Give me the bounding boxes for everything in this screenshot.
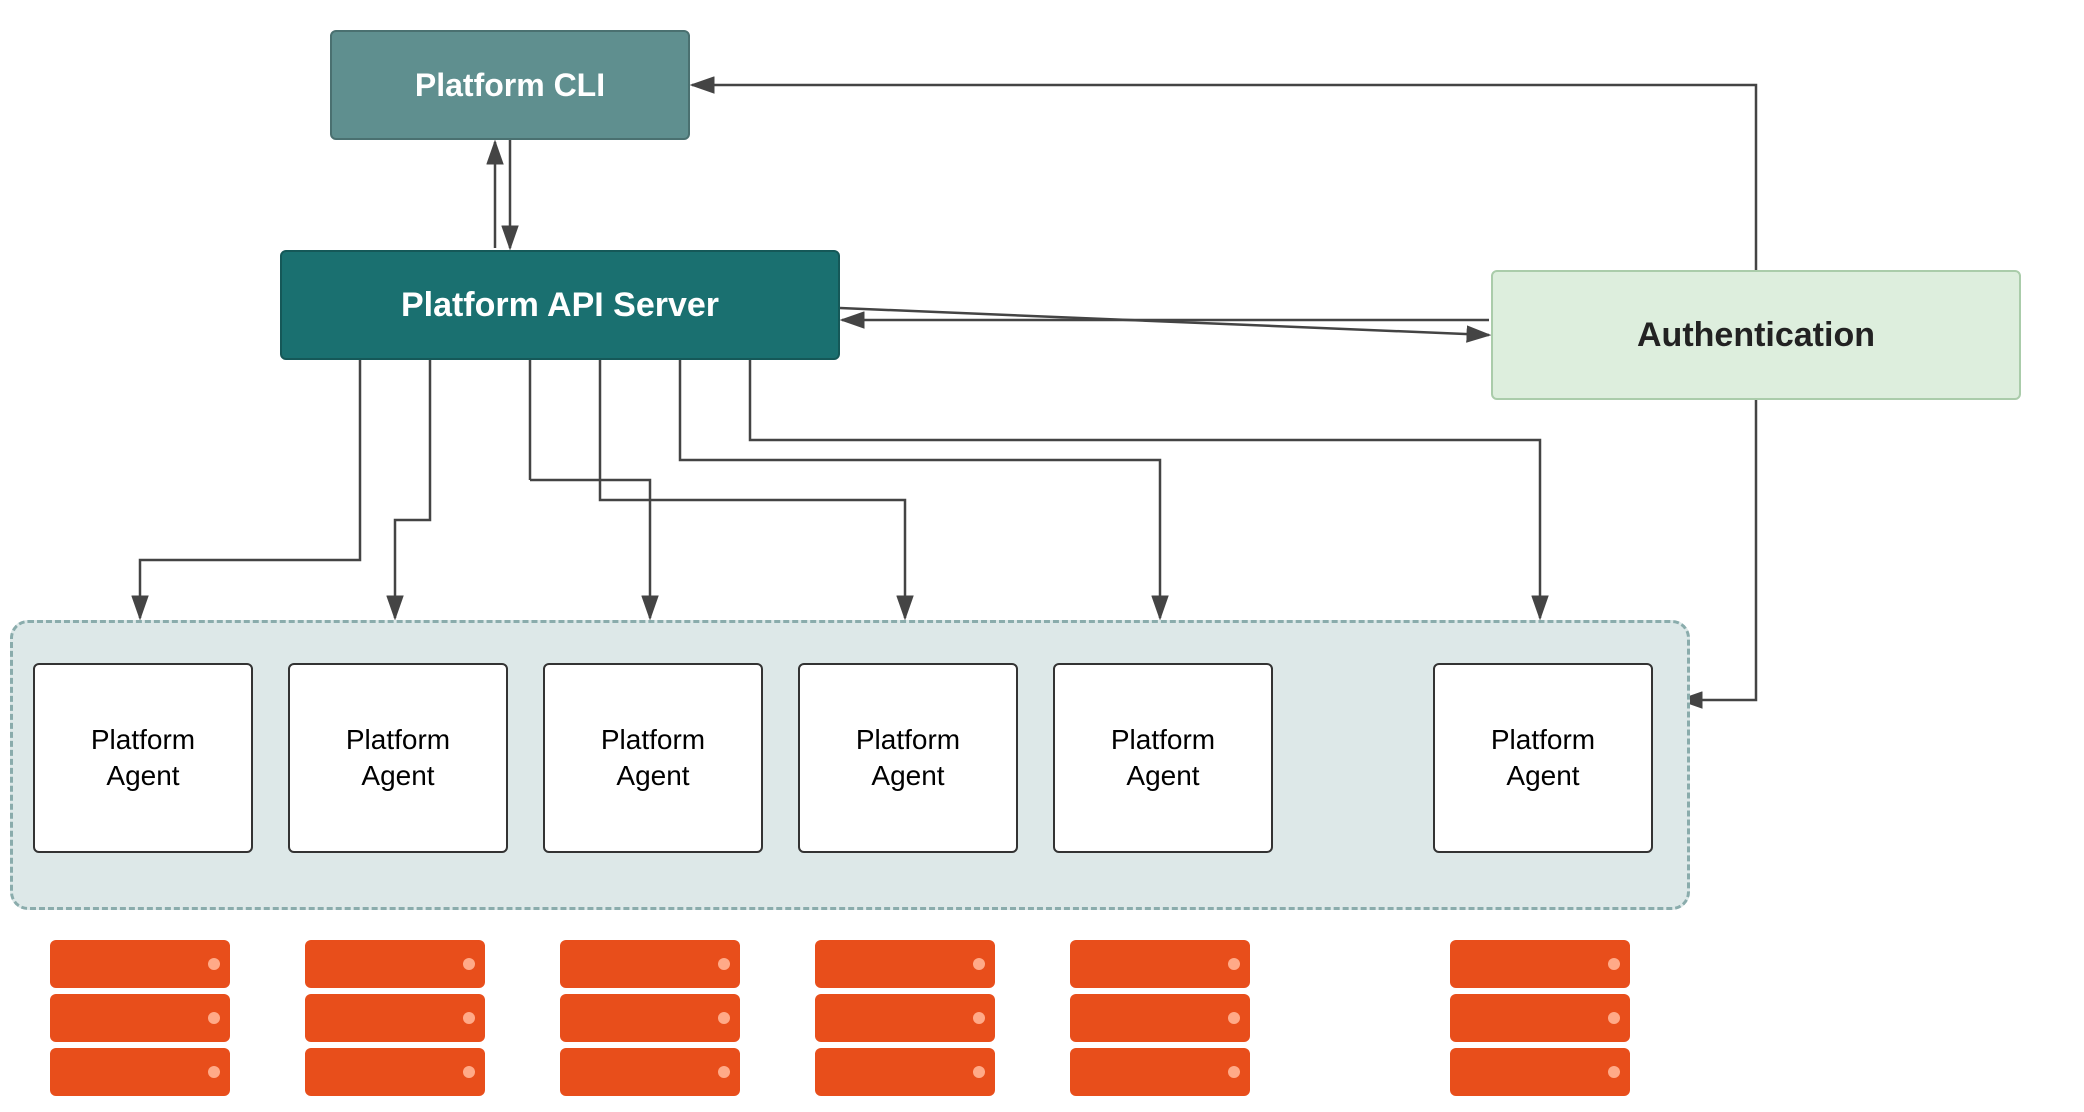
agent-4-label: PlatformAgent [856,722,960,795]
platform-agent-5: PlatformAgent [1053,663,1273,853]
platform-cli-label: Platform CLI [415,67,605,104]
platform-cli-box: Platform CLI [330,30,690,140]
server-stack-6 [1450,940,1630,1096]
agent-5-label: PlatformAgent [1111,722,1215,795]
authentication-box: Authentication [1491,270,2021,400]
platform-api-box: Platform API Server [280,250,840,360]
server-stack-3 [560,940,740,1096]
platform-agent-3: PlatformAgent [543,663,763,853]
platform-agent-4: PlatformAgent [798,663,1018,853]
authentication-label: Authentication [1637,316,1875,355]
agent-6-label: PlatformAgent [1491,722,1595,795]
platform-agent-1: PlatformAgent [33,663,253,853]
agent-1-label: PlatformAgent [91,722,195,795]
agents-container: PlatformAgent PlatformAgent PlatformAgen… [10,620,1690,910]
server-stack-1 [50,940,230,1096]
platform-api-label: Platform API Server [401,286,719,325]
platform-agent-6: PlatformAgent [1433,663,1653,853]
server-stack-2 [305,940,485,1096]
server-stack-4 [815,940,995,1096]
server-stack-5 [1070,940,1250,1096]
agent-3-label: PlatformAgent [601,722,705,795]
platform-agent-2: PlatformAgent [288,663,508,853]
agent-2-label: PlatformAgent [346,722,450,795]
architecture-diagram: Platform CLI Platform API Server Authent… [0,0,2084,1112]
